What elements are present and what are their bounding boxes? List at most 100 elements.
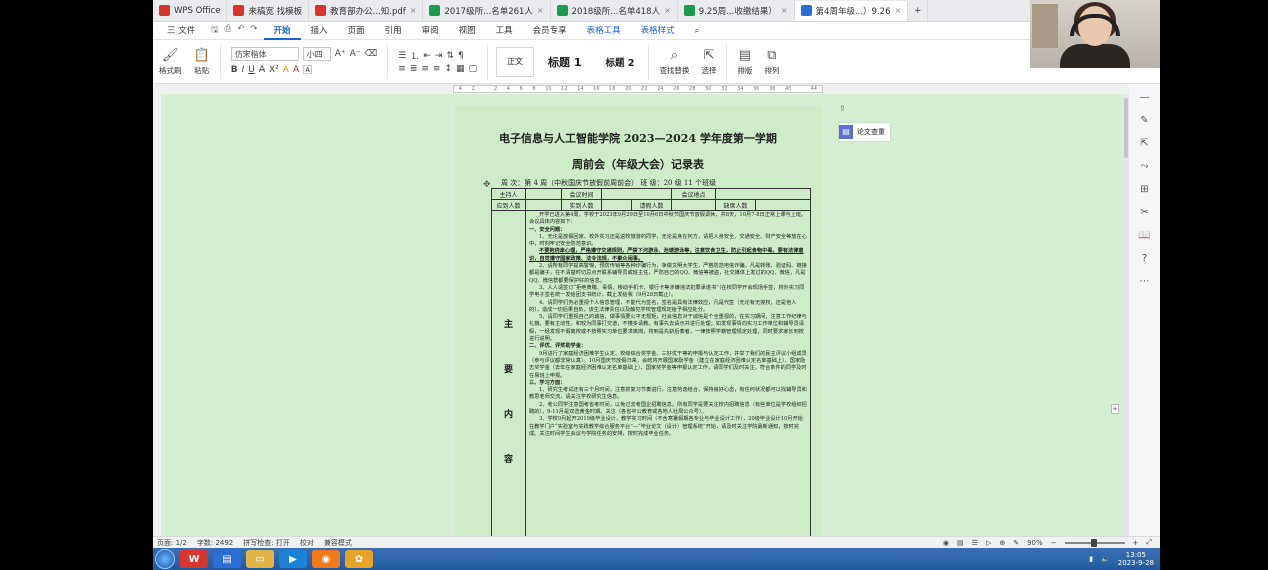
line-spacing-icon[interactable]: ↕ <box>444 64 452 74</box>
redo-icon[interactable]: ↷ <box>250 24 257 38</box>
tab-5[interactable]: 9.25周...收缴结果） × <box>678 0 795 21</box>
edit-icon[interactable]: ✎ <box>1013 539 1019 547</box>
pointer-icon[interactable]: ⇱ <box>1140 138 1148 149</box>
zoom-level[interactable]: 90% <box>1027 539 1043 547</box>
host-value[interactable] <box>526 189 562 199</box>
outline-view-icon[interactable]: ☰ <box>972 539 978 547</box>
bullet-list-icon[interactable]: ☰ <box>398 51 406 61</box>
main-content-text[interactable]: 开学已进入第4周，学校于2023年9月29日至10月6日中秋节国庆节放假调休，共… <box>526 211 810 536</box>
menu-item-5[interactable]: 视图 <box>449 22 486 40</box>
network-icon[interactable]: ▮ <box>1089 555 1093 563</box>
more-icon[interactable]: ⋯ <box>1140 276 1150 287</box>
table-style-tab[interactable]: 表格样式 <box>631 22 685 40</box>
strikethrough-button[interactable]: A̶ <box>259 65 265 75</box>
actual-value[interactable] <box>602 200 632 210</box>
zoom-out-icon[interactable]: − <box>1051 539 1057 547</box>
app-taskbar-icon[interactable]: ◉ <box>312 550 340 568</box>
media-taskbar-icon[interactable]: ✿ <box>345 550 373 568</box>
share-icon[interactable]: ⤳ <box>1141 161 1149 172</box>
close-tab-icon[interactable]: × <box>410 6 417 15</box>
close-tab-icon[interactable]: × <box>895 6 902 15</box>
close-tab-icon[interactable]: × <box>664 6 671 15</box>
highlight-button[interactable]: A <box>283 65 289 75</box>
style-normal[interactable]: 正文 <box>496 46 535 77</box>
eye-icon[interactable]: ◉ <box>943 539 949 547</box>
layout-button[interactable]: ▤ 排版 <box>731 48 758 76</box>
word-count[interactable]: 字数: 2492 <box>197 538 233 548</box>
tab-1[interactable]: 来稿宽 找模板 <box>227 0 310 21</box>
style-heading-1[interactable]: 标题 1 <box>538 46 592 77</box>
menu-item-6[interactable]: 工具 <box>486 22 523 40</box>
absent-value[interactable] <box>756 200 810 210</box>
expected-value[interactable] <box>526 200 562 210</box>
folder-taskbar-icon[interactable]: ▭ <box>246 550 274 568</box>
undo-icon[interactable]: ↶ <box>237 24 244 38</box>
font-size-select[interactable]: 小四 <box>302 47 331 61</box>
time-value[interactable] <box>602 189 672 199</box>
writer-taskbar-icon[interactable]: ▤ <box>213 550 241 568</box>
tab-4[interactable]: 2018级所...名单418人 × <box>551 0 678 21</box>
menu-item-1[interactable]: 插入 <box>301 22 338 40</box>
char-border-button[interactable]: 🄰 <box>303 63 312 76</box>
paper-check-button[interactable]: ▤ 论文查重 <box>839 123 890 141</box>
close-tab-icon[interactable]: × <box>781 6 788 15</box>
menu-item-0[interactable]: 开始 <box>263 22 301 40</box>
style-heading-2[interactable]: 标题 2 <box>595 46 645 77</box>
menu-item-3[interactable]: 引用 <box>375 22 412 40</box>
tab-6[interactable]: 第4周年级...）9.26 × <box>794 0 909 21</box>
book-icon[interactable]: 📖 <box>1138 230 1150 241</box>
save-icon[interactable]: 🖫 <box>211 24 218 38</box>
player-taskbar-icon[interactable]: ▶ <box>279 550 307 568</box>
align-center-icon[interactable]: ≣ <box>410 64 418 74</box>
table-move-handle-icon[interactable]: ✥ <box>483 180 491 190</box>
underline-button[interactable]: U <box>248 65 255 75</box>
spell-check[interactable]: 拼写检查: 打开 <box>243 538 290 548</box>
wps-taskbar-icon[interactable]: W <box>180 550 208 568</box>
align-left-icon[interactable]: ≡ <box>398 64 406 74</box>
tab-0[interactable]: WPS Office <box>153 0 228 21</box>
leave-value[interactable] <box>672 200 716 210</box>
number-list-icon[interactable]: ⒈ <box>410 49 419 62</box>
select-button[interactable]: ⇱ 选择 <box>695 48 722 76</box>
pen-icon[interactable]: ✎ <box>1140 115 1148 126</box>
italic-button[interactable]: I <box>242 65 245 75</box>
menu-item-2[interactable]: 页面 <box>338 22 375 40</box>
grow-font-icon[interactable]: A⁺ <box>335 49 346 59</box>
bold-button[interactable]: B <box>231 65 238 75</box>
clock[interactable]: 13:05 2023-9-28 <box>1118 551 1154 567</box>
format-painter-button[interactable]: 🖌 格式刷 <box>153 48 188 76</box>
arrange-button[interactable]: ⧉ 排列 <box>758 48 785 76</box>
zoom-in-icon[interactable]: + <box>1133 539 1139 547</box>
shading-icon[interactable]: ▦ <box>456 64 465 74</box>
new-tab-button[interactable]: + <box>908 0 929 21</box>
document-canvas[interactable]: 电子信息与人工智能学院 2023—2024 学年度第一学期 周前会（年级大会）记… <box>153 94 1123 536</box>
vertical-ruler[interactable] <box>153 94 161 536</box>
image-icon[interactable]: ⊞ <box>1140 184 1148 195</box>
fit-icon[interactable]: ⤢ <box>1146 538 1152 547</box>
shrink-font-icon[interactable]: A⁻ <box>350 49 361 59</box>
align-right-icon[interactable]: ≡ <box>421 64 429 74</box>
clear-format-icon[interactable]: ⌫ <box>365 49 378 59</box>
show-marks-icon[interactable]: ¶ <box>458 51 464 61</box>
tab-2[interactable]: 教育部办公...知.pdf × <box>309 0 424 21</box>
print-icon[interactable]: ⎙ <box>224 24 231 38</box>
search-icon[interactable]: ⌕ <box>685 22 710 40</box>
volume-icon[interactable]: 🔈 <box>1101 555 1110 563</box>
sort-icon[interactable]: ⇅ <box>446 51 454 61</box>
page-indicator[interactable]: 页面: 1/2 <box>157 538 187 548</box>
superscript-button[interactable]: X² <box>269 65 279 75</box>
paste-button[interactable]: 📋 粘贴 <box>188 48 216 76</box>
border-icon[interactable]: ▢ <box>469 64 478 74</box>
play-icon[interactable]: ▷ <box>986 539 991 547</box>
tab-3[interactable]: 2017级所...名单261人 × <box>423 0 551 21</box>
page-view-icon[interactable]: ▤ <box>957 539 964 547</box>
tools-icon[interactable]: ✂ <box>1140 207 1148 218</box>
scroll-thumb[interactable] <box>1124 98 1128 158</box>
find-replace-button[interactable]: ⌕ 查找替换 <box>653 48 695 76</box>
font-color-button[interactable]: A <box>293 65 299 75</box>
increase-indent-icon[interactable]: ⇥ <box>435 51 443 61</box>
horizontal-ruler[interactable]: 4 2 2 4 6 8 10 12 14 16 18 20 22 24 26 28 30 32 34 36 38 40 44 <box>153 84 1160 94</box>
menu-item-7[interactable]: 会员专享 <box>523 22 577 40</box>
float-toggle-icon[interactable]: ⇪ <box>839 104 846 113</box>
add-row-icon[interactable]: + <box>1111 404 1119 414</box>
